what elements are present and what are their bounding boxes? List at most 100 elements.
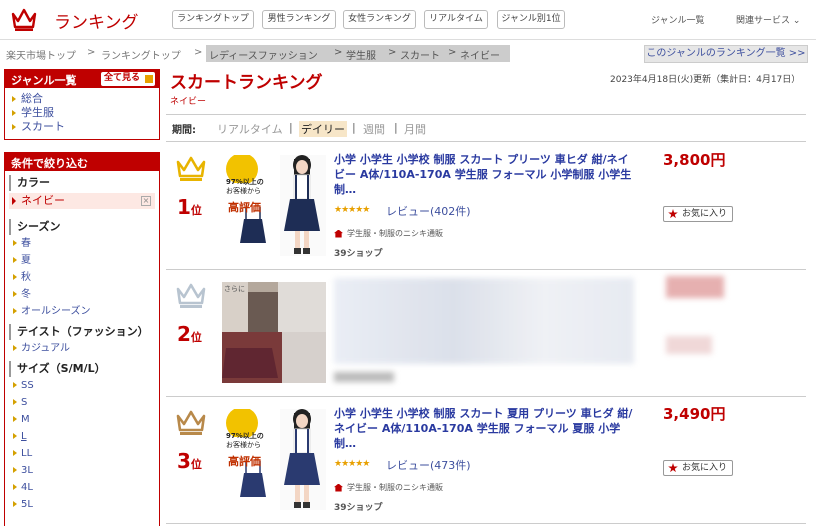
silver-crown-icon [176, 283, 206, 308]
shop-icon [334, 229, 343, 238]
related-services-menu[interactable]: 関連サービス ⌄ [736, 13, 800, 26]
breadcrumb-ladies-fashion[interactable]: レディースファッション [209, 47, 318, 62]
rating-stars: ★★★★★ [334, 205, 370, 215]
product-image[interactable]: さらに [222, 282, 326, 383]
filter-taste-casual[interactable]: カジュアル [5, 340, 159, 357]
rank-digit: 3 [177, 449, 191, 473]
filter-size-ll[interactable]: LL [5, 445, 159, 462]
favorite-button[interactable]: お気に入り [663, 206, 733, 222]
filter-season-heading: シーズン [9, 219, 159, 235]
filter-size-3l[interactable]: 3L [5, 462, 159, 479]
gold-crown-icon [176, 156, 206, 181]
shipping-badge: 39ショップ [334, 249, 383, 259]
product-price: 3,800円 [663, 151, 726, 169]
genre-ranking-list-link[interactable]: このジャンルのランキング一覧 >> [644, 45, 808, 63]
nav-realtime[interactable]: リアルタイム [424, 10, 488, 29]
blurred-product-details [334, 278, 634, 364]
period-label: 期間: [172, 125, 196, 136]
sidebar-genre-list: 総合 学生服 スカート [5, 88, 159, 134]
breadcrumb-ranking-top[interactable]: ランキングトップ [101, 47, 181, 62]
breadcrumb-separator: > [334, 47, 343, 58]
sidebar-genre-title: ジャンル一覧 [11, 74, 77, 87]
nav-womens-ranking[interactable]: 女性ランキング [343, 10, 416, 29]
filter-heading: 条件で絞り込む [5, 153, 159, 171]
rating-stars: ★★★★★ [334, 459, 370, 469]
period-separator: | [394, 121, 398, 134]
filter-size-m[interactable]: M [5, 411, 159, 428]
sidebar-filter-box: 条件で絞り込む カラー ネイビー × シーズン 春 夏 秋 冬 オールシーズン テ… [4, 152, 160, 526]
see-all-button[interactable]: 全て見る [101, 72, 155, 86]
remove-filter-icon[interactable]: × [141, 196, 151, 206]
filter-season-autumn[interactable]: 秋 [5, 269, 159, 286]
product-title[interactable]: 小学 小学生 小学校 制服 スカート プリーツ 車ヒダ 紺/ネイビー A体/11… [334, 152, 634, 197]
site-header: ランキング ランキングトップ 男性ランキング 女性ランキング リアルタイム ジャ… [0, 0, 816, 40]
filter-taste-heading: テイスト（ファッション） [9, 324, 159, 340]
crown-logo-icon[interactable] [10, 6, 38, 32]
filter-size-4l[interactable]: 4L [5, 479, 159, 496]
tab-monthly[interactable]: 月間 [404, 121, 426, 137]
thumb-rating: 高評価 [228, 201, 261, 214]
filter-color-selected[interactable]: ネイビー × [9, 193, 155, 209]
filter-size-s[interactable]: S [5, 394, 159, 411]
shop-link[interactable]: 学生服・制服のニシキ通販 [334, 228, 443, 239]
filter-size-5l[interactable]: 5L [5, 496, 159, 513]
filter-season-winter[interactable]: 冬 [5, 286, 159, 303]
filter-season-summer[interactable]: 夏 [5, 252, 159, 269]
page-subtitle: ネイビー [170, 97, 207, 107]
breadcrumb-skirt[interactable]: スカート [400, 47, 440, 62]
filter-size-ss[interactable]: SS [5, 377, 159, 394]
filter-size-l[interactable]: L [5, 428, 159, 445]
favorite-button[interactable]: お気に入り [663, 460, 733, 476]
breadcrumb-rakuten-top[interactable]: 楽天市場トップ [6, 47, 76, 62]
favorite-label: お気に入り [682, 463, 728, 473]
rank-suffix: 位 [190, 204, 202, 217]
tab-daily[interactable]: デイリー [299, 121, 347, 137]
thumb-badge-2: お客様から [226, 441, 261, 449]
product-image[interactable]: 97%以上の お客様から 高評価 [222, 409, 326, 510]
tab-weekly[interactable]: 週間 [363, 121, 385, 137]
breadcrumb-uniform[interactable]: 学生服 [346, 47, 376, 62]
filter-size-heading: サイズ（S/M/L） [9, 361, 159, 377]
thumb-rating: 高評価 [228, 455, 261, 468]
period-separator: | [352, 121, 356, 134]
breadcrumb-separator: > [448, 47, 457, 58]
update-date: 2023年4月18日(火)更新（集計日：4月17日） [610, 75, 801, 85]
genre-list-link[interactable]: ジャンル一覧 [651, 13, 705, 26]
bronze-crown-icon [176, 410, 206, 435]
sidebar-item-overall[interactable]: 総合 [5, 92, 159, 106]
chevron-down-icon: ⌄ [792, 16, 801, 26]
breadcrumb-separator: > [388, 47, 397, 58]
plus-icon [145, 75, 153, 83]
review-link[interactable]: レビュー(402件) [386, 203, 471, 219]
nav-ranking-top[interactable]: ランキングトップ [172, 10, 254, 29]
product-title[interactable]: 小学 小学生 小学校 制服 スカート 夏用 プリーツ 車ヒダ 紺/ネイビー A体… [334, 406, 634, 451]
filter-color-heading: カラー [9, 175, 159, 191]
logo-text[interactable]: ランキング [54, 8, 139, 33]
filter-season-all[interactable]: オールシーズン [5, 303, 159, 320]
shop-name: 学生服・制服のニシキ通販 [347, 483, 443, 492]
breadcrumb-navy: ネイビー [460, 51, 500, 62]
nav-mens-ranking[interactable]: 男性ランキング [262, 10, 336, 29]
favorite-label: お気に入り [682, 209, 728, 219]
breadcrumb: 楽天市場トップ > ランキングトップ > レディースファッション > 学生服 >… [0, 44, 816, 64]
tab-realtime[interactable]: リアルタイム [217, 121, 283, 137]
see-all-label: 全て見る [104, 73, 141, 83]
sidebar-item-skirt[interactable]: スカート [5, 120, 159, 134]
blurred-shipping [334, 372, 394, 382]
review-link[interactable]: レビュー(473件) [386, 457, 471, 473]
filter-season-spring[interactable]: 春 [5, 235, 159, 252]
shop-name: 学生服・制服のニシキ通販 [347, 229, 443, 238]
rank-digit: 1 [177, 195, 191, 219]
product-photo [222, 282, 326, 383]
product-image[interactable]: 97%以上の お客様から 高評価 [222, 155, 326, 256]
breadcrumb-separator: > [194, 47, 203, 58]
related-services-label: 関連サービス [736, 16, 791, 26]
product-price: 3,490円 [663, 405, 726, 423]
shipping-badge: 39ショップ [334, 503, 383, 513]
nav-genre-first[interactable]: ジャンル別1位 [497, 10, 565, 29]
rank-number: 3位 [177, 449, 202, 473]
filter-season-list: 春 夏 秋 冬 オールシーズン [5, 235, 159, 320]
period-separator: | [289, 121, 293, 134]
sidebar-item-uniform[interactable]: 学生服 [5, 106, 159, 120]
shop-link[interactable]: 学生服・制服のニシキ通販 [334, 482, 443, 493]
